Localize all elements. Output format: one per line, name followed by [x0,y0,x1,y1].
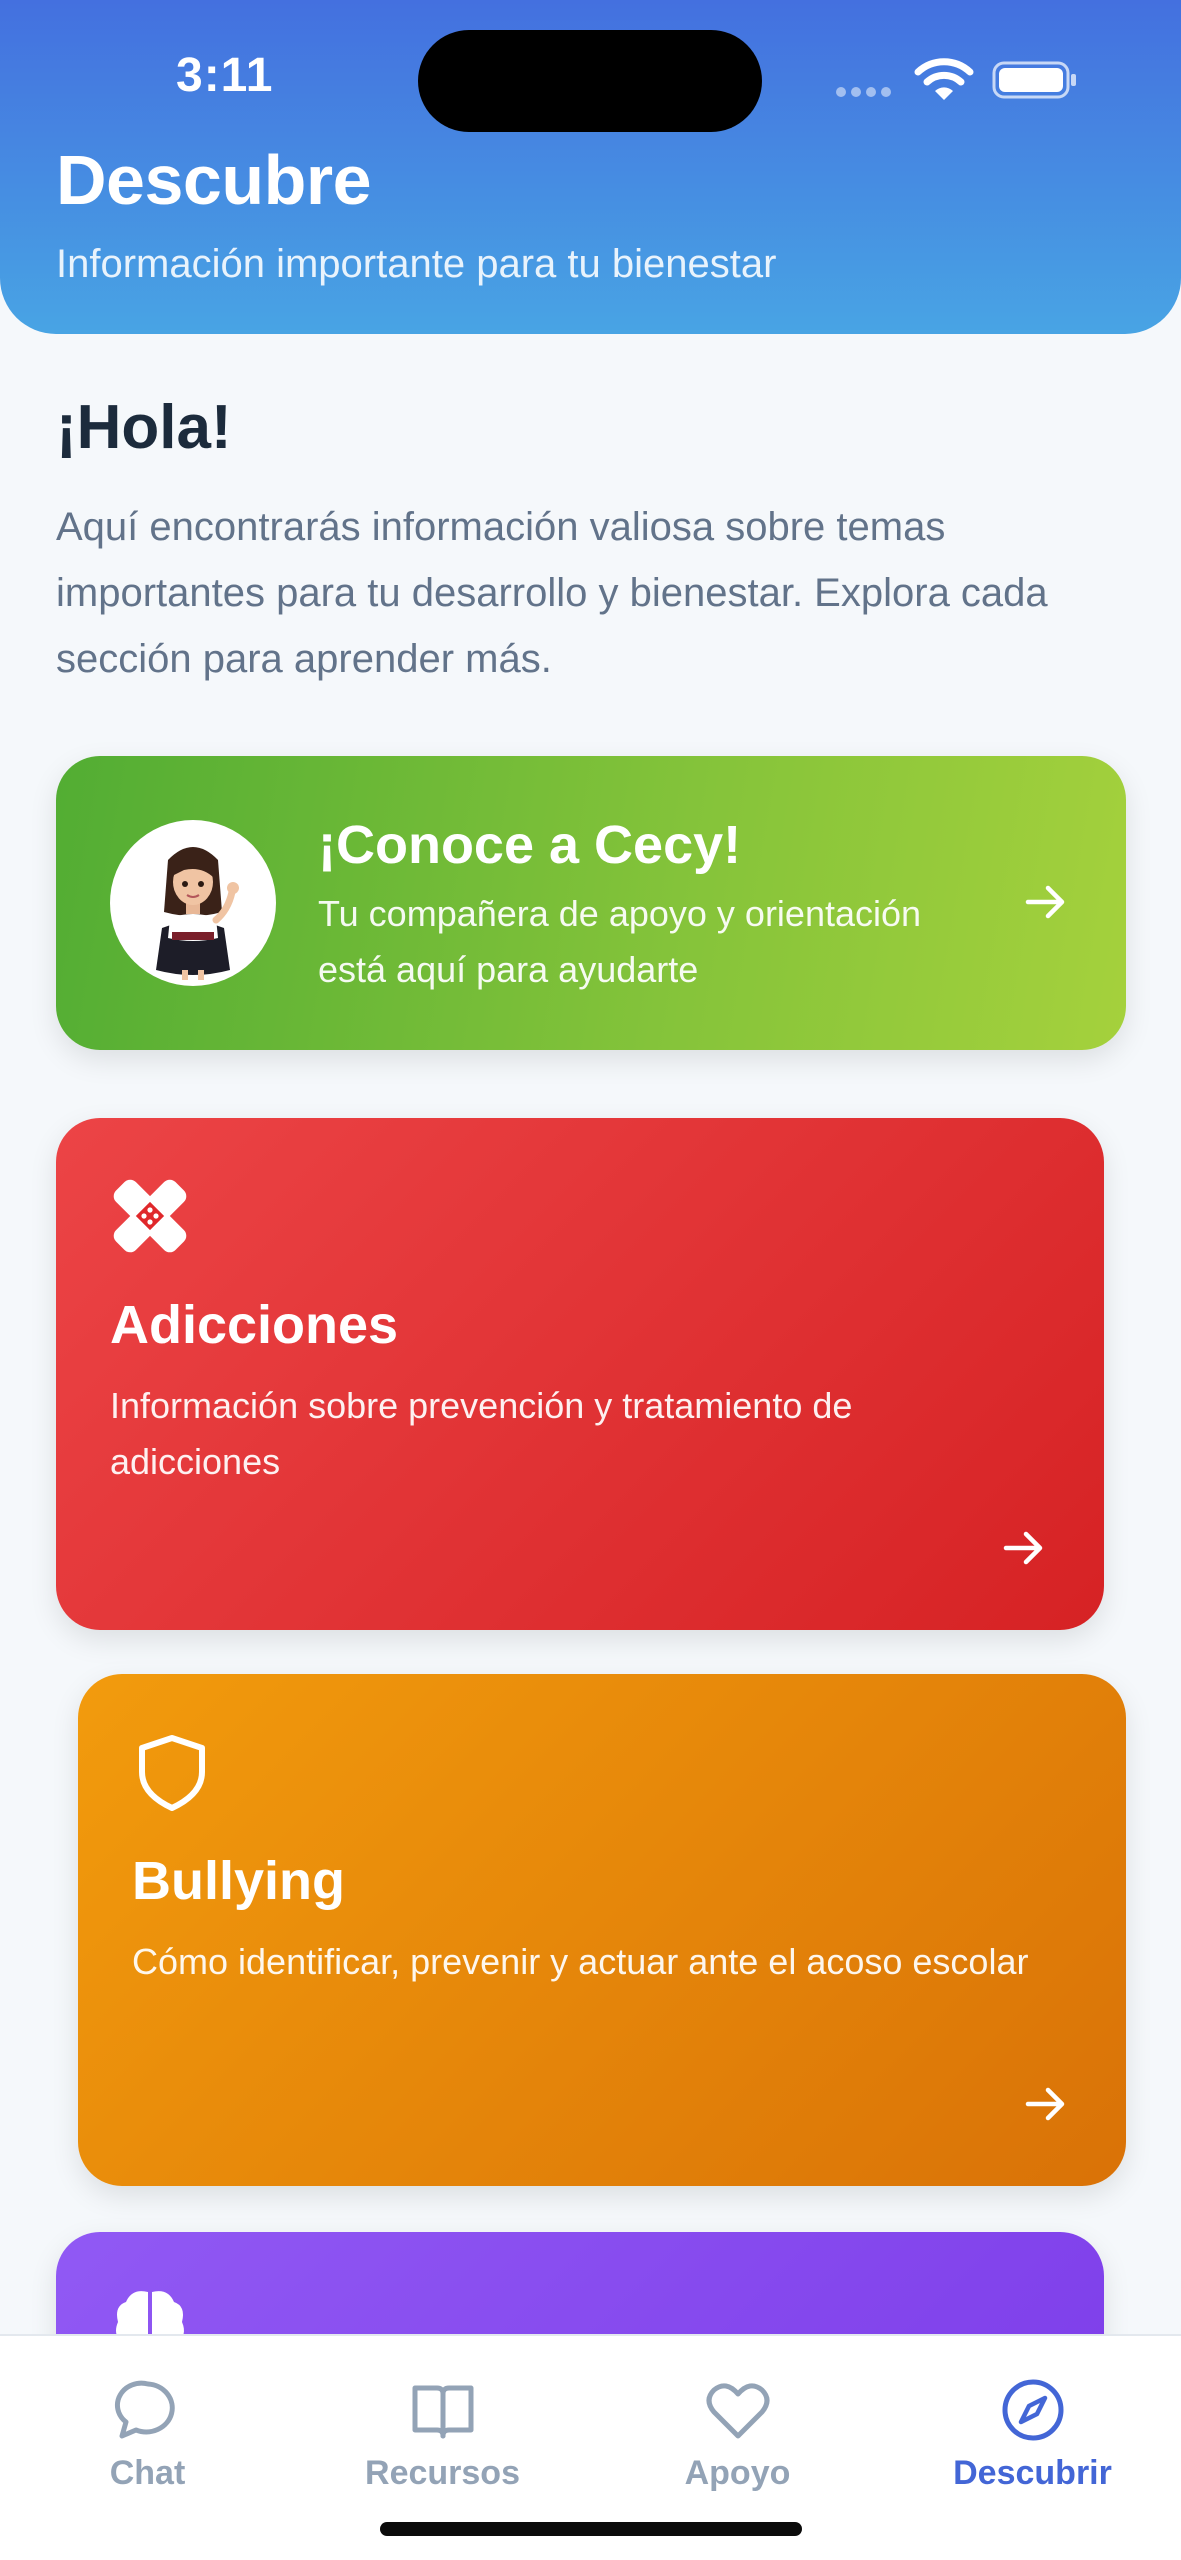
greeting-heading: ¡Hola! [56,393,232,462]
topic-title: Bullying [132,1851,345,1911]
battery-icon [992,61,1076,99]
bandage-icon [113,1179,187,1253]
tab-label: Recursos [365,2454,520,2492]
chat-bubble-icon [114,2380,175,2439]
topic-title: Adicciones [110,1295,399,1355]
page-subtitle: Información importante para tu bienestar [56,242,777,286]
book-icon [412,2385,473,2439]
tab-chat[interactable]: Chat [0,2336,295,2536]
arrow-right-icon [1003,1531,1043,1565]
arrow-right-icon [1025,2087,1065,2121]
home-indicator[interactable] [380,2522,802,2536]
dynamic-island [418,30,762,132]
tab-label: Chat [109,2454,186,2492]
arrow-right-icon [1025,885,1065,919]
topic-card-bullying[interactable]: Bullying Cómo identificar, prevenir y ac… [78,1674,1126,2186]
shield-icon [139,1735,205,1811]
tab-descubrir[interactable]: Descubrir [885,2336,1180,2536]
cecy-avatar [110,820,276,986]
tab-label: Descubrir [953,2454,1112,2492]
wifi-icon [914,58,974,100]
meet-cecy-card[interactable]: ¡Conoce a Cecy! Tu compañera de apoyo y … [56,756,1126,1050]
topic-card-adicciones[interactable]: Adicciones Información sobre prevención … [56,1118,1104,1630]
intro-text: Aquí encontrarás información valiosa sob… [56,505,1048,681]
header: 3:11 Descubre Información importante par… [0,0,1181,334]
tab-recursos[interactable]: Recursos [295,2336,590,2536]
compass-icon [1002,2379,1063,2441]
topic-description: Cómo identificar, prevenir y actuar ante… [132,1941,1029,1982]
heart-icon [706,2383,769,2439]
cellular-signal-icon [836,84,900,98]
page-title: Descubre [56,141,372,219]
cecy-avatar-illustration [156,847,239,980]
cecy-card-title: ¡Conoce a Cecy! [318,815,742,875]
cecy-card-text: Tu compañera de apoyo y orientación está… [318,893,922,990]
topic-description: Información sobre prevención y tratamien… [110,1385,853,1482]
tab-label: Apoyo [684,2454,791,2492]
status-time: 3:11 [176,49,274,102]
tab-apoyo[interactable]: Apoyo [590,2336,885,2536]
